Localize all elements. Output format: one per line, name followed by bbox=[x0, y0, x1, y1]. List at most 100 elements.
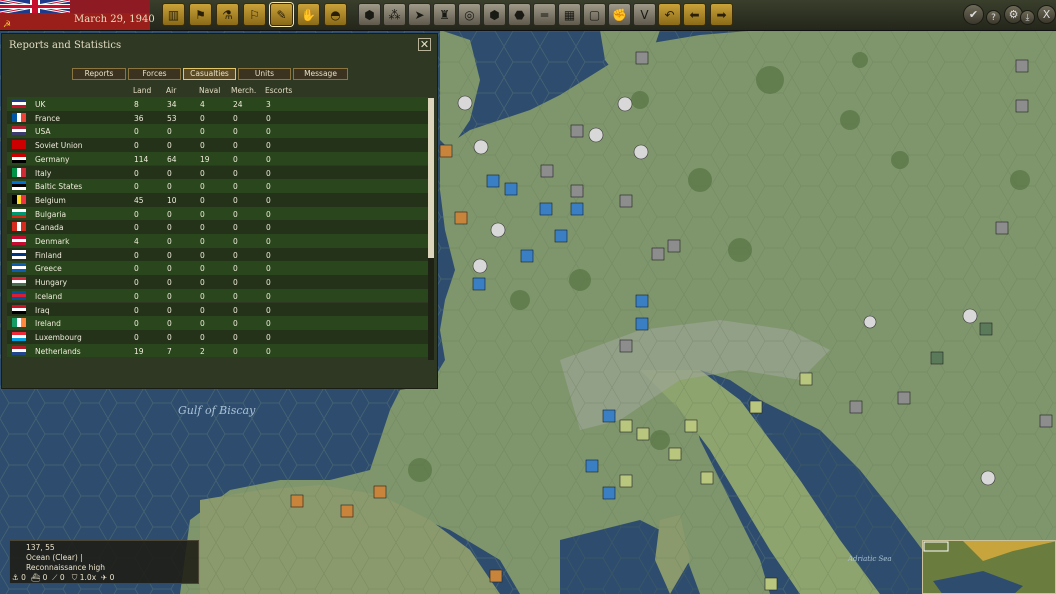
cell-naval: 0 bbox=[200, 278, 205, 288]
table-row: Denmark 4 0 0 0 0 bbox=[7, 234, 428, 248]
cell-naval: 0 bbox=[200, 250, 205, 260]
cell-escorts: 0 bbox=[266, 168, 271, 178]
table-row: UK 8 34 4 24 3 bbox=[7, 97, 428, 111]
hex2-icon[interactable]: ⬢ bbox=[483, 3, 506, 26]
anchor-icon: ⚓ bbox=[12, 573, 19, 582]
cell-escorts: 0 bbox=[266, 250, 271, 260]
cell-air: 34 bbox=[167, 100, 177, 109]
help-icon[interactable]: ? bbox=[986, 10, 1001, 25]
cell-naval: 0 bbox=[200, 223, 205, 233]
hex-icon[interactable]: ⬢ bbox=[358, 3, 381, 26]
science-icon[interactable]: ⚗ bbox=[216, 3, 239, 26]
cell-escorts: 0 bbox=[266, 305, 271, 315]
frame-icon[interactable]: ▢ bbox=[583, 3, 606, 26]
cell-merch: 0 bbox=[233, 264, 238, 274]
cell-land: 0 bbox=[134, 332, 139, 342]
country-flag-icon bbox=[12, 99, 26, 108]
stat-value: 0 bbox=[109, 573, 115, 582]
table-row: Finland 0 0 0 0 0 bbox=[7, 247, 428, 262]
cell-escorts: 0 bbox=[266, 223, 271, 233]
table-scrollbar[interactable] bbox=[428, 98, 434, 360]
minimap[interactable] bbox=[922, 540, 1056, 594]
cell-merch: 0 bbox=[233, 319, 238, 329]
country-name: France bbox=[35, 113, 60, 123]
move-icon[interactable]: ➤ bbox=[408, 3, 431, 26]
sea-label-adriatic: Adriatic Sea bbox=[848, 555, 892, 563]
scrollbar-thumb[interactable] bbox=[428, 98, 434, 258]
back-icon[interactable]: ⬅ bbox=[683, 3, 706, 26]
cell-merch: 0 bbox=[233, 182, 238, 192]
cell-escorts: 0 bbox=[266, 209, 271, 219]
line-icon[interactable]: ═ bbox=[533, 3, 556, 26]
hex3-icon[interactable]: ⬣ bbox=[508, 3, 531, 26]
helmet-icon[interactable]: ◓ bbox=[324, 3, 347, 26]
close-label: X bbox=[1042, 8, 1051, 21]
reports-title: Reports and Statistics bbox=[9, 40, 122, 51]
cell-naval: 0 bbox=[200, 291, 205, 301]
cell-escorts: 0 bbox=[266, 195, 271, 205]
save-icon[interactable]: ⤓ bbox=[1020, 10, 1035, 25]
forward-icon[interactable]: ➡ bbox=[710, 3, 733, 26]
grid-icon[interactable]: ▦ bbox=[558, 3, 581, 26]
country-flag-icon bbox=[12, 126, 26, 136]
cell-land: 0 bbox=[134, 264, 139, 274]
cell-escorts: 0 bbox=[266, 141, 271, 151]
flag-icon[interactable]: ⚐ bbox=[243, 3, 266, 26]
cell-naval: 0 bbox=[200, 209, 205, 219]
country-flag-icon bbox=[12, 194, 26, 204]
cell-air: 0 bbox=[167, 332, 172, 342]
v-icon[interactable]: V bbox=[633, 3, 656, 26]
country-flag-icon bbox=[12, 236, 26, 245]
diplomacy-icon[interactable]: ✋ bbox=[297, 3, 320, 26]
cell-land: 0 bbox=[134, 319, 139, 329]
close-x-icon: ✕ bbox=[419, 38, 430, 51]
table-row: Ireland 0 0 0 0 0 bbox=[7, 316, 428, 330]
cell-land: 36 bbox=[134, 113, 144, 123]
cell-air: 0 bbox=[167, 250, 172, 260]
unit-icon[interactable]: ♜ bbox=[433, 3, 456, 26]
country-name: Italy bbox=[35, 168, 52, 178]
cell-naval: 2 bbox=[200, 346, 205, 356]
tab-casualties[interactable]: Casualties bbox=[183, 68, 236, 80]
cell-air: 0 bbox=[167, 168, 172, 178]
hand-icon[interactable]: ✊ bbox=[608, 3, 631, 26]
close-icon[interactable]: X bbox=[1037, 5, 1056, 24]
cell-land: 19 bbox=[134, 346, 144, 356]
country-flag-icon bbox=[12, 277, 26, 287]
shield-icon: ⛉ bbox=[71, 573, 78, 582]
production-icon[interactable]: ▥ bbox=[162, 3, 185, 26]
tab-reports[interactable]: Reports bbox=[72, 68, 126, 80]
col-naval: Naval bbox=[199, 86, 221, 95]
cell-escorts: 0 bbox=[266, 182, 271, 192]
table-row: Germany 114 64 19 0 0 bbox=[7, 151, 428, 166]
cell-air: 0 bbox=[167, 264, 172, 274]
stat-value: 0 bbox=[59, 573, 65, 582]
country-name: Bulgaria bbox=[35, 209, 67, 219]
cell-merch: 0 bbox=[233, 305, 238, 315]
hex-stats: ⚓ 0 ⛴ 0 ⟋ 0 ⛉ 1.0x ✈ 0 bbox=[12, 573, 114, 583]
end-turn-icon[interactable]: ✔ bbox=[963, 4, 984, 25]
undo-icon[interactable]: ↶ bbox=[658, 3, 681, 26]
country-flag-icon bbox=[12, 167, 26, 177]
table-row: Greece 0 0 0 0 0 bbox=[7, 261, 428, 276]
stat-value: 1.0x bbox=[79, 573, 97, 582]
country-flag-icon bbox=[12, 208, 26, 218]
country-name: Iceland bbox=[35, 291, 63, 301]
tab-message[interactable]: Message bbox=[293, 68, 348, 80]
group-icon[interactable]: ⁂ bbox=[383, 3, 406, 26]
cell-land: 0 bbox=[134, 141, 139, 151]
target-icon[interactable]: ◎ bbox=[458, 3, 481, 26]
reports-close-button[interactable]: ✕ bbox=[418, 38, 431, 51]
cell-escorts: 3 bbox=[266, 100, 271, 109]
country-name: Belgium bbox=[35, 195, 66, 205]
tab-forces[interactable]: Forces bbox=[128, 68, 181, 80]
tab-units[interactable]: Units bbox=[238, 68, 291, 80]
cell-escorts: 0 bbox=[266, 278, 271, 288]
cell-naval: 0 bbox=[200, 264, 205, 274]
table-row: USA 0 0 0 0 0 bbox=[7, 124, 428, 139]
cell-naval: 0 bbox=[200, 127, 205, 137]
table-row: Hungary 0 0 0 0 0 bbox=[7, 275, 428, 289]
research-icon[interactable]: ⚑ bbox=[189, 3, 212, 26]
report-icon[interactable]: ✎ bbox=[270, 3, 293, 26]
country-name: Soviet Union bbox=[35, 141, 83, 151]
